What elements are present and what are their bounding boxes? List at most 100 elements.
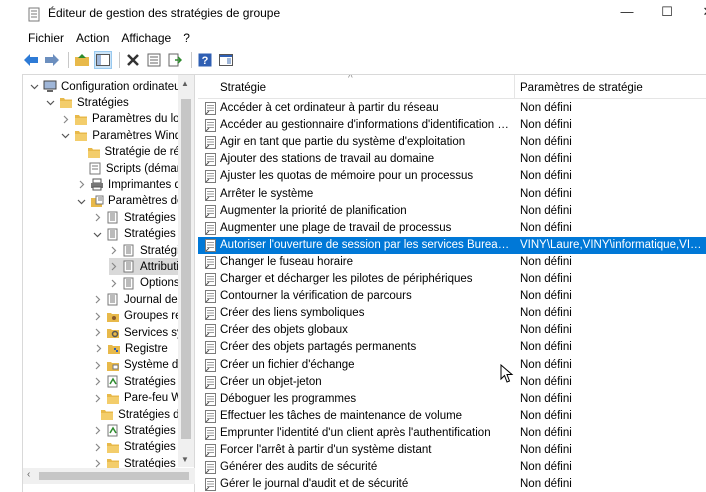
console-view-button[interactable] — [217, 51, 235, 69]
chevron-down-icon[interactable] — [61, 131, 70, 141]
policy-name: Effectuer les tâches de maintenance de v… — [220, 409, 463, 422]
tree-item[interactable]: Paramètres du logiciel — [61, 111, 194, 128]
delete-button[interactable] — [124, 51, 142, 69]
chevron-right-icon[interactable] — [93, 442, 102, 452]
chevron-right-icon[interactable] — [93, 426, 102, 436]
policy-row[interactable]: Créer des objets partagés permanents Non … — [198, 339, 706, 356]
chevron-right-icon[interactable] — [93, 295, 102, 305]
chevron-right-icon[interactable] — [109, 262, 118, 272]
policy-name: Agir en tant que partie du système d'exp… — [220, 136, 466, 149]
menu-fichier[interactable]: Fichier — [28, 31, 64, 45]
export-list-button[interactable] — [166, 51, 184, 69]
tree-horizontal-scroll-thumb[interactable] — [39, 472, 189, 480]
policy-row[interactable]: Augmenter une plage de travail de proces… — [198, 220, 706, 237]
policy-row[interactable]: Forcer l'arrêt à partir d'un système dis… — [198, 442, 706, 459]
back-arrow-icon — [24, 54, 38, 66]
svg-text:?: ? — [202, 55, 209, 67]
policy-name: Charger et décharger les pilotes de péri… — [220, 273, 473, 285]
maximize-button[interactable]: ☐ — [652, 4, 682, 24]
chevron-down-icon[interactable] — [77, 196, 86, 206]
scroll-left-icon[interactable]: ‹ — [27, 469, 30, 480]
show-hide-tree-button[interactable] — [94, 51, 112, 69]
scroll-down-icon[interactable]: ▼ — [181, 455, 189, 464]
properties-button[interactable] — [145, 51, 163, 69]
policy-row[interactable]: Créer des liens symboliques Non défini — [198, 305, 706, 322]
chevron-right-icon[interactable] — [109, 278, 118, 288]
policy-name: Autoriser l'ouverture de session par les… — [220, 238, 514, 251]
policy-setting-icon — [205, 307, 216, 321]
chevron-right-icon[interactable] — [77, 180, 86, 190]
policy-setting-value: Non défini — [520, 324, 572, 337]
policy-row[interactable]: Accéder au gestionnaire d'informations d… — [198, 117, 706, 134]
policy-row[interactable]: Agir en tant que partie du système d'exp… — [198, 134, 706, 151]
script-icon — [88, 162, 102, 175]
network-policy-icon — [106, 375, 120, 388]
policy-row[interactable]: Emprunter l'identité d'un client après l… — [198, 425, 706, 442]
chevron-right-icon[interactable] — [93, 344, 103, 354]
window-title: Éditeur de gestion des stratégies de gro… — [48, 6, 281, 20]
policy-row[interactable]: Ajouter des stations de travail au domai… — [198, 151, 706, 168]
toolbar-separator — [68, 52, 69, 68]
tree-item[interactable]: Paramètres de sécurité — [77, 193, 194, 210]
tree-item[interactable]: Paramètres Windows — [61, 127, 194, 144]
chevron-right-icon[interactable] — [93, 311, 102, 321]
policy-setting-icon — [205, 426, 216, 440]
tree-horizontal-scrollbar[interactable]: ‹ — [23, 468, 195, 484]
column-header-strategie[interactable]: Stratégie — [220, 82, 266, 94]
policy-setting-icon — [205, 170, 216, 184]
column-divider[interactable] — [514, 75, 515, 99]
chevron-right-icon[interactable] — [93, 360, 102, 370]
policy-row[interactable]: Charger et décharger les pilotes de péri… — [198, 271, 706, 288]
tree-vertical-scrollbar[interactable]: ▲ ▼ — [178, 75, 194, 467]
policy-row[interactable]: Arrêter le système Non défini — [198, 186, 706, 203]
tree-item[interactable]: Stratégies — [45, 94, 194, 111]
chevron-down-icon[interactable] — [45, 98, 55, 108]
close-button[interactable]: ✕ — [693, 4, 706, 24]
policy-row[interactable]: Augmenter la priorité de planification No… — [198, 203, 706, 220]
column-header-parametres[interactable]: Paramètres de stratégie — [520, 82, 643, 94]
tree-item[interactable]: Stratégie de résolution de noms — [77, 144, 194, 161]
export-list-icon — [168, 53, 182, 67]
chevron-right-icon[interactable] — [93, 377, 102, 387]
policy-row[interactable]: Effectuer les tâches de maintenance de v… — [198, 408, 706, 425]
menu-affichage[interactable]: Affichage — [121, 31, 171, 45]
forward-button[interactable] — [43, 51, 61, 69]
menu-action[interactable]: Action — [76, 31, 109, 45]
tree-item[interactable]: Imprimantes déployées — [77, 176, 194, 193]
policy-row[interactable]: Ajuster les quotas de mémoire pour un pr… — [198, 168, 706, 185]
policy-row[interactable]: Déboguer les programmes Non défini — [198, 391, 706, 408]
chevron-right-icon[interactable] — [109, 246, 118, 256]
chevron-down-icon[interactable] — [29, 82, 39, 92]
policy-row[interactable]: Changer le fuseau horaire Non défini — [198, 254, 706, 271]
chevron-right-icon[interactable] — [93, 213, 102, 223]
policy-name: Créer des liens symboliques — [220, 307, 365, 320]
no-chevron — [77, 147, 83, 157]
tree-item[interactable]: Scripts (démarrage/arrêt) — [77, 160, 194, 177]
folder-icon — [59, 96, 73, 109]
chevron-right-icon[interactable] — [61, 114, 70, 124]
policy-row[interactable]: Créer des objets globaux Non défini — [198, 322, 706, 339]
policy-name: Forcer l'arrêt à partir d'un système dis… — [220, 444, 432, 456]
policy-setting-value: Non défini — [520, 426, 572, 439]
policy-row[interactable]: Contourner la vérification de parcours No… — [198, 288, 706, 305]
chevron-right-icon[interactable] — [93, 328, 102, 338]
up-level-button[interactable] — [73, 51, 91, 69]
tree-vertical-scroll-thumb[interactable] — [181, 99, 191, 439]
policy-name: Accéder au gestionnaire d'informations d… — [220, 119, 514, 132]
policy-row[interactable]: Accéder à cet ordinateur à partir du rés… — [198, 100, 706, 117]
chevron-down-icon[interactable] — [93, 229, 102, 239]
scroll-up-icon[interactable]: ▲ — [181, 79, 189, 88]
policy-setting-icon — [205, 102, 216, 115]
back-button[interactable] — [22, 51, 40, 69]
policy-row[interactable]: Gérer le journal d'audit et de sécurité N… — [198, 476, 706, 492]
minimize-button[interactable]: — — [612, 4, 642, 24]
policy-name: Augmenter la priorité de planification — [220, 204, 407, 217]
help-button[interactable]: ? — [196, 51, 214, 69]
chevron-right-icon[interactable] — [93, 393, 102, 403]
policy-row[interactable]: Autoriser l'ouverture de session par les… — [198, 236, 706, 254]
menu-help[interactable]: ? — [183, 31, 190, 45]
tree-item[interactable]: Configuration ordinateur — [29, 78, 194, 95]
policy-row[interactable]: Créer un objet-jeton Non défini — [198, 374, 706, 391]
policy-row[interactable]: Créer un fichier d'échange Non défini — [198, 357, 706, 374]
policy-row[interactable]: Générer des audits de sécurité Non défini — [198, 459, 706, 476]
